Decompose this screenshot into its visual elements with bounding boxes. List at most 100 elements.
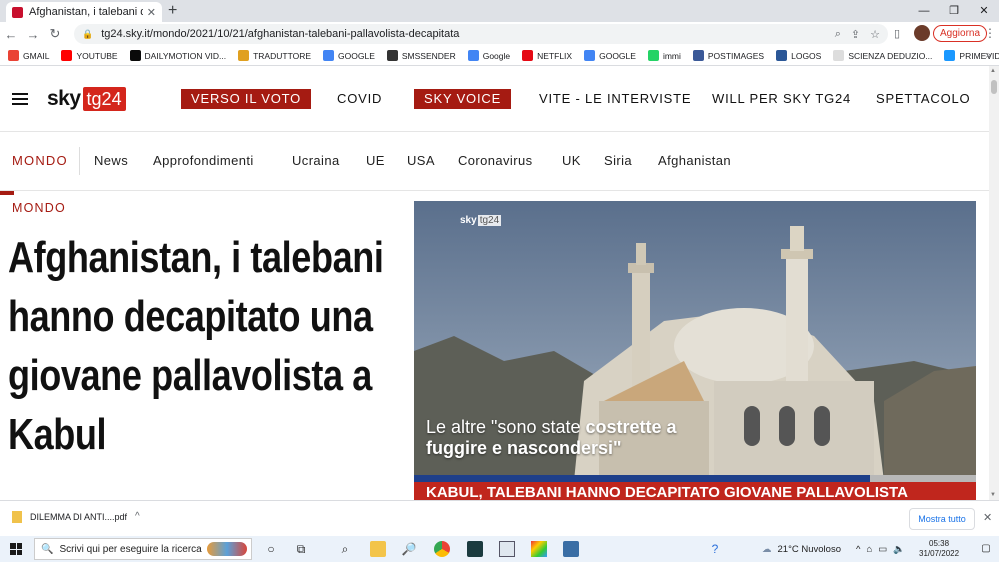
profile-avatar[interactable] (914, 25, 930, 41)
chevron-up-icon[interactable]: ^ (135, 511, 140, 522)
taskbar-clock[interactable]: 05:38 31/07/2022 (919, 539, 959, 559)
maximize-button[interactable]: ❐ (939, 0, 969, 22)
address-bar[interactable]: 🔒 tg24.sky.it/mondo/2021/10/21/afghanist… (74, 24, 888, 44)
battery-icon[interactable]: ▭ (878, 544, 887, 555)
side-panel-icon[interactable]: ▯ (894, 27, 900, 40)
show-hidden-icons-icon[interactable]: ^ (856, 544, 860, 555)
bookmark-item[interactable]: GOOGLE (584, 50, 636, 61)
bookmark-label[interactable]: SMSSENDER (402, 51, 456, 61)
scroll-down-icon[interactable]: ▼ (990, 492, 996, 498)
scrollbar-thumb[interactable] (991, 80, 997, 94)
chrome-icon[interactable] (434, 541, 450, 557)
image-viewer-app-icon[interactable] (563, 541, 579, 557)
bookmark-label[interactable]: NETFLIX (537, 51, 572, 61)
bookmark-label[interactable]: LOGOS (791, 51, 821, 61)
bookmarks-bar: GMAIL YOUTUBE DAILYMOTION VID... TRADUTTORE… (0, 46, 999, 66)
bookmark-item[interactable]: GMAIL (8, 50, 49, 61)
bookmark-favicon-icon (692, 50, 704, 61)
subnav-ue[interactable]: UE (366, 153, 385, 168)
bookmark-item[interactable]: POSTIMAGES (692, 50, 764, 61)
url-text[interactable]: tg24.sky.it/mondo/2021/10/21/afghanistan… (101, 28, 459, 40)
bookmark-star-icon[interactable]: ☆ (870, 28, 880, 41)
video-player[interactable]: sky tg24 Le altre "sono state costrette … (414, 201, 976, 500)
hamburger-menu-icon[interactable] (12, 93, 28, 105)
reload-icon[interactable]: ↻ (44, 26, 66, 42)
nav-vite-le-interviste[interactable]: VITE - LE INTERVISTE (539, 89, 691, 109)
subnav-usa[interactable]: USA (407, 153, 435, 168)
bookmark-label[interactable]: PRIMEVIDEO (959, 51, 999, 61)
bookmark-item[interactable]: immi (647, 50, 681, 61)
article-kicker[interactable]: MONDO (12, 201, 66, 215)
paint-app-icon[interactable] (531, 541, 547, 557)
bookmark-label[interactable]: SCIENZA DEDUZIO... (848, 51, 932, 61)
close-window-button[interactable]: ✕ (969, 0, 999, 22)
zoom-search-icon[interactable]: ⌕ (835, 28, 841, 41)
browser-tab[interactable]: Afghanistan, i talebani decapitan ✕ (6, 2, 162, 22)
share-icon[interactable]: ⇪ (851, 28, 860, 41)
update-button[interactable]: Aggiorna (933, 25, 988, 42)
nav-verso-il-voto[interactable]: VERSO IL VOTO (181, 89, 312, 109)
subnav-approfondimenti[interactable]: Approfondimenti (153, 153, 254, 168)
show-all-button[interactable]: Mostra tutto (909, 508, 975, 530)
bookmark-item[interactable]: SMSSENDER (386, 50, 456, 61)
subnav-coronavirus[interactable]: Coronavirus (458, 153, 533, 168)
volume-icon[interactable]: 🔈 (893, 544, 905, 555)
subnav-ucraina[interactable]: Ucraina (292, 153, 340, 168)
back-arrow-icon[interactable]: ← (0, 27, 22, 42)
bookmark-label[interactable]: YOUTUBE (76, 51, 117, 61)
taskbar-search[interactable]: 🔍 Scrivi qui per eseguire la ricerca (34, 538, 252, 560)
help-icon[interactable]: ? (707, 541, 723, 557)
new-tab-button[interactable]: + (168, 2, 177, 20)
forward-arrow-icon[interactable]: → (22, 27, 44, 42)
task-view-icon[interactable]: ⧉ (293, 541, 309, 557)
bookmark-label[interactable]: GMAIL (23, 51, 49, 61)
bookmark-item[interactable]: NETFLIX (522, 50, 572, 61)
magnifier-app-icon[interactable]: ⌕ (337, 541, 353, 557)
bookmark-label[interactable]: immi (663, 51, 681, 61)
weather-widget[interactable]: ☁ 21°C Nuvoloso (762, 536, 841, 562)
bookmark-label[interactable]: GOOGLE (338, 51, 375, 61)
bookmark-label[interactable]: DAILYMOTION VID... (145, 51, 227, 61)
search-placeholder[interactable]: Scrivi qui per eseguire la ricerca (59, 544, 201, 555)
notifications-icon[interactable]: ▢ (978, 541, 994, 557)
bookmark-item[interactable]: LOGOS (776, 50, 821, 61)
bookmark-item[interactable]: DAILYMOTION VID... (129, 50, 227, 61)
bookmark-item[interactable]: YOUTUBE (61, 50, 118, 61)
subnav-siria[interactable]: Siria (604, 153, 632, 168)
tab-close-icon[interactable]: ✕ (147, 6, 156, 19)
minimize-button[interactable]: — (909, 0, 939, 22)
bookmark-label[interactable]: TRADUTTORE (253, 51, 311, 61)
bookmark-label[interactable]: Google (483, 51, 510, 61)
subnav-afghanistan[interactable]: Afghanistan (658, 153, 731, 168)
file-explorer-icon[interactable] (370, 541, 386, 557)
cortana-icon[interactable]: ○ (263, 541, 279, 557)
nav-spettacolo[interactable]: SPETTACOLO (876, 89, 970, 109)
bookmarks-more-icon[interactable]: » (985, 50, 991, 61)
bookmark-item[interactable]: Google (467, 50, 510, 61)
download-filename[interactable]: DILEMMA DI ANTI....pdf (30, 512, 127, 522)
nav-will-per-sky-tg24[interactable]: WILL PER SKY TG24 (712, 89, 851, 109)
notepad-app-icon[interactable] (499, 541, 515, 557)
bookmark-item[interactable]: GOOGLE (323, 50, 375, 61)
close-download-bar-icon[interactable]: ✕ (983, 511, 992, 524)
bookmark-label[interactable]: POSTIMAGES (708, 51, 764, 61)
network-icon[interactable]: ⌂ (866, 544, 872, 555)
lock-icon[interactable]: 🔒 (82, 29, 93, 40)
search-app-icon[interactable]: 🔎 (401, 541, 417, 557)
bookmark-item[interactable]: SCIENZA DEDUZIO... (833, 50, 932, 61)
section-mondo[interactable]: MONDO (12, 153, 68, 168)
nav-covid[interactable]: COVID (337, 89, 382, 109)
subnav-uk[interactable]: UK (562, 153, 581, 168)
page-scrollbar[interactable]: ▲ ▼ (989, 66, 999, 500)
terminal-app-icon[interactable] (467, 541, 483, 557)
subnav-news[interactable]: News (94, 153, 128, 168)
bookmark-label[interactable]: GOOGLE (599, 51, 636, 61)
bookmark-favicon-icon (833, 50, 845, 61)
scroll-up-icon[interactable]: ▲ (990, 68, 996, 74)
nav-sky-voice[interactable]: SKY VOICE (414, 89, 512, 109)
more-menu-icon[interactable]: ⋮ (984, 26, 996, 40)
download-item[interactable]: DILEMMA DI ANTI....pdf (12, 511, 127, 523)
bookmark-item[interactable]: TRADUTTORE (238, 50, 311, 61)
skytg24-logo[interactable]: sky tg24 (47, 87, 126, 111)
windows-start-icon[interactable] (10, 543, 22, 555)
